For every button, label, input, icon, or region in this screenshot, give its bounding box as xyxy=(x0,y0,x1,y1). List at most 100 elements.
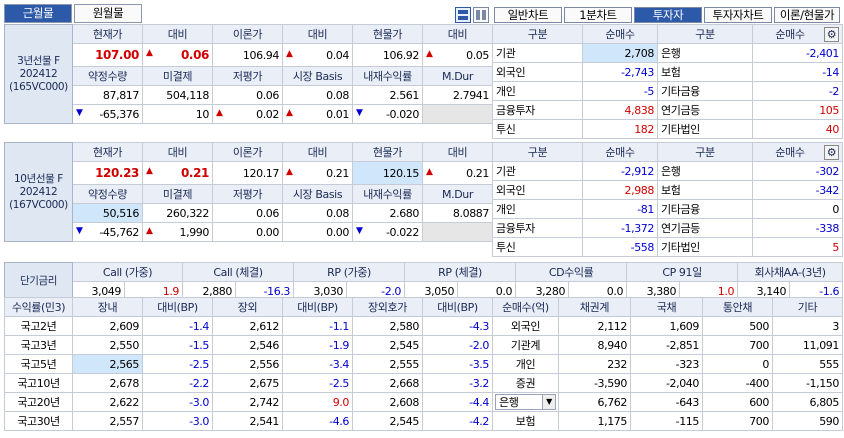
change-value: 0.21 xyxy=(180,166,209,180)
table-row[interactable]: 개인 232 -323 0 555 xyxy=(492,354,843,374)
layout-split-icon[interactable] xyxy=(455,7,471,23)
tab-far-month[interactable]: 원월물 xyxy=(74,4,142,23)
table-row[interactable]: 국고20년 2,622 -3.0 2,742 9.0 2,608 -4.4 xyxy=(4,392,493,412)
cell: 6,805 xyxy=(772,392,843,412)
one-minute-chart-button[interactable]: 1분차트 xyxy=(564,7,632,23)
col-header: 구분 xyxy=(657,24,753,44)
investor-type: 증권 xyxy=(492,373,559,393)
current-price: 120.23 xyxy=(72,161,143,185)
cell: 2,580 xyxy=(352,316,423,336)
cell: 2,742 xyxy=(212,392,283,412)
change-value: 0.05 xyxy=(466,48,489,62)
investor-label: 기관 xyxy=(492,161,583,181)
investor-value: -302 xyxy=(752,161,843,181)
cell: -2,040 xyxy=(630,373,703,393)
cell: 6,762 xyxy=(558,392,631,412)
table-row[interactable]: 국고2년 2,609 -1.4 2,612 -1.1 2,580 -4.3 xyxy=(4,316,493,336)
cell: 2,678 xyxy=(72,373,143,393)
basis-change: 0.00 xyxy=(282,222,353,242)
bond-name: 국고3년 xyxy=(4,335,73,355)
general-chart-button[interactable]: 일반차트 xyxy=(494,7,562,23)
volume: 87,817 xyxy=(72,85,143,105)
investor-type: 기관계 xyxy=(492,335,559,355)
investor-label: 기타금융 xyxy=(657,199,753,219)
table-row[interactable]: 기관계 8,940 -2,851 700 11,091 xyxy=(492,335,843,355)
change-value: 0.21 xyxy=(466,166,489,180)
col-header: 현물가 xyxy=(352,24,423,44)
cell: 2,545 xyxy=(352,335,423,355)
col-header-label: 순매수 xyxy=(775,146,805,159)
undervalued: 0.06 xyxy=(212,85,283,105)
col-header: CP 91일 xyxy=(626,262,739,282)
cell: 0 xyxy=(702,354,773,374)
investor-value: 2,988 xyxy=(582,180,658,200)
cell: 2,112 xyxy=(558,316,631,336)
oi-change: ▲ 1,990 xyxy=(142,222,213,242)
gear-icon[interactable]: ⚙ xyxy=(824,145,839,160)
spot-change: ▲ 0.21 xyxy=(422,161,493,185)
cell: 8,940 xyxy=(558,335,631,355)
cell: 3 xyxy=(772,316,843,336)
down-arrow-icon: ▼ xyxy=(76,107,83,118)
oi-change: 10 xyxy=(142,104,213,124)
cell: 1,175 xyxy=(558,411,631,431)
yield-change: ▼ -0.022 xyxy=(352,222,423,242)
investor-10y-table: 구분 순매수 구분 순매수 ⚙ 기관 -2,912 은행 -302 외국인 2,988 보험… xyxy=(492,142,843,257)
change-value: 0.06 xyxy=(180,48,209,62)
select-value: 은행 xyxy=(499,396,519,409)
cell: 700 xyxy=(702,335,773,355)
cell: 2,546 xyxy=(212,335,283,355)
col-header: 순매수 xyxy=(582,142,658,162)
up-arrow-icon: ▲ xyxy=(216,107,223,118)
gear-icon[interactable]: ⚙ xyxy=(824,27,839,42)
col-header: 내재수익률 xyxy=(352,184,423,204)
layout-column-icon[interactable] xyxy=(473,7,489,23)
cell: 2,668 xyxy=(352,373,423,393)
col-header: 순매수(억) xyxy=(492,297,559,317)
table-row[interactable]: 국고3년 2,550 -1.5 2,546 -1.9 2,545 -2.0 xyxy=(4,335,493,355)
table-row[interactable]: 외국인 2,112 1,609 500 3 xyxy=(492,316,843,336)
investor-value: 105 xyxy=(752,100,843,120)
bond-name: 국고30년 xyxy=(4,411,73,431)
m-dur: 8.0887 xyxy=(422,203,493,223)
col-header: 순매수 xyxy=(582,24,658,44)
cell: 2,675 xyxy=(212,373,283,393)
theory-spot-button[interactable]: 이론/현물가 xyxy=(774,7,840,23)
change: ▲ 0.21 xyxy=(142,161,213,185)
col-header: 회사채AA-(3년) xyxy=(737,262,844,282)
cell: 2,609 xyxy=(72,316,143,336)
cell: 2,545 xyxy=(352,411,423,431)
investor-button[interactable]: 투자자 xyxy=(634,7,702,23)
table-row[interactable]: 증권 -3,590 -2,040 -400 -1,150 xyxy=(492,373,843,393)
undervalued-change: 0.00 xyxy=(212,222,283,242)
bond-name: 국고10년 xyxy=(4,373,73,393)
bond-name: 국고5년 xyxy=(4,354,73,374)
tab-near-month[interactable]: 근월물 xyxy=(4,4,72,23)
col-header: Call (가중) xyxy=(71,262,184,282)
empty-cell xyxy=(422,104,493,124)
investor-value: -342 xyxy=(752,180,843,200)
cell: 700 xyxy=(702,411,773,431)
col-header: 대비 xyxy=(142,142,213,162)
investor-label: 기타법인 xyxy=(657,237,753,257)
table-row[interactable]: 국고5년 2,565 -2.5 2,556 -3.4 2,555 -3.5 xyxy=(4,354,493,374)
investor-chart-button[interactable]: 투자자차트 xyxy=(704,7,772,23)
investor-type-select[interactable]: 은행 ▼ xyxy=(492,392,559,412)
col-header: 대비 xyxy=(282,24,353,44)
investor-type: 외국인 xyxy=(492,316,559,336)
investor-label: 개인 xyxy=(492,199,583,219)
table-row[interactable]: 국고10년 2,678 -2.2 2,675 -2.5 2,668 -3.2 xyxy=(4,373,493,393)
col-header: 현재가 xyxy=(72,142,143,162)
table-row[interactable]: 은행 ▼ 6,762 -643 600 6,805 xyxy=(492,392,843,412)
col-header: 국채 xyxy=(630,297,703,317)
col-header: 대비 xyxy=(422,24,493,44)
cell: 600 xyxy=(702,392,773,412)
table-row[interactable]: 국고30년 2,557 -3.0 2,541 -4.6 2,545 -4.2 xyxy=(4,411,493,431)
table-row[interactable]: 보험 1,175 -115 700 590 xyxy=(492,411,843,431)
current-price: 107.00 xyxy=(72,43,143,67)
col-header: 대비 xyxy=(282,142,353,162)
col-header: 약정수량 xyxy=(72,66,143,86)
futures-name-label: 10년선물 F 202412 (167VC000) xyxy=(9,172,68,211)
change-value: -0.020 xyxy=(385,107,419,121)
chevron-down-icon[interactable]: ▼ xyxy=(542,395,555,409)
